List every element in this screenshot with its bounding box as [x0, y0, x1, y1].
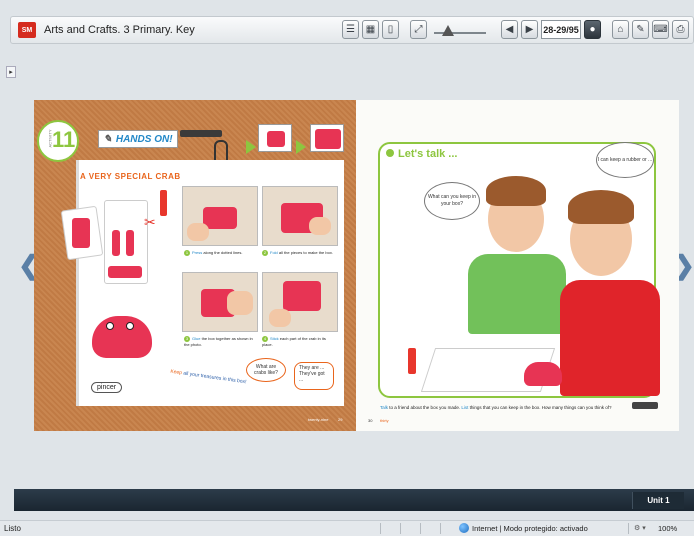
grid-view-icon[interactable]: ▦ — [362, 20, 379, 39]
list-view-icon[interactable]: ☰ — [342, 20, 359, 39]
browser-statusbar: Listo Internet | Modo protegido: activad… — [0, 520, 694, 536]
prev-spread-icon[interactable]: ❮ — [18, 248, 40, 282]
step-arrow-icon — [296, 140, 306, 154]
scissors-icon: ✂ — [144, 214, 156, 230]
step-photo-3 — [182, 272, 258, 332]
hands-on-label: HANDS ON! — [115, 133, 173, 145]
step-photo-4 — [262, 272, 338, 332]
step-photo-2 — [262, 186, 338, 246]
viewer-toolbar: ☰ ▦ ▯ ⤢ ◀ ▶ 28-29/95 ● ⌂ ✎ ⌨ ⎙ — [342, 20, 689, 39]
prev-page-button[interactable]: ◀ — [501, 20, 518, 39]
book-title: Arts and Crafts. 3 Primary. Key — [44, 24, 195, 36]
crab-model-small — [524, 362, 562, 386]
speech-bubble-right: I can keep a rubber or ... — [596, 142, 654, 178]
crab-title: A VERY SPECIAL CRAB — [80, 172, 181, 181]
hands-on-header: ✎ HANDS ON! — [98, 130, 178, 148]
status-text: Listo — [4, 524, 21, 533]
speech-bubble-left: What can you keep in your box? — [424, 182, 480, 220]
speech-bubble-answer: They are ... They've got ... — [294, 362, 334, 390]
unit-bar: Unit 1 — [14, 489, 694, 511]
lets-talk-title: Let's talk ... — [386, 148, 457, 160]
keyboard-icon[interactable]: ⌨ — [652, 20, 669, 39]
right-page-word: thirty — [380, 418, 389, 423]
internet-globe-icon — [459, 523, 469, 533]
expand-panel-icon[interactable]: ▸ — [6, 66, 16, 78]
step-thumb-2 — [310, 124, 344, 152]
step-caption-4: 4 Stick each part of the crab in its plac… — [262, 336, 326, 347]
right-page-number: 30 — [368, 418, 373, 423]
crab-template-sheets — [60, 200, 150, 310]
zoom-slider[interactable] — [430, 20, 490, 39]
zoom-level[interactable]: 100% — [658, 524, 677, 533]
step-photo-1 — [182, 186, 258, 246]
next-page-button[interactable]: ▶ — [521, 20, 538, 39]
zoom-slider-handle[interactable] — [442, 25, 454, 36]
page-number-field[interactable]: 28-29/95 — [541, 20, 581, 39]
audio-player[interactable] — [180, 130, 222, 137]
talk-dot-icon — [386, 149, 394, 157]
step-caption-2: 2 Fold all the pieces to make the box. — [262, 250, 333, 256]
security-zone[interactable]: Internet | Modo protegido: activado — [472, 524, 588, 533]
pincer-label: pincer — [91, 382, 123, 393]
fit-page-icon[interactable]: ⤢ — [410, 20, 427, 39]
pencil-icon: ✎ — [103, 133, 112, 145]
pen-tools-icon[interactable]: ✎ — [632, 20, 649, 39]
unit-tab[interactable]: Unit 1 — [632, 492, 684, 509]
home-icon[interactable]: ⌂ — [612, 20, 629, 39]
crab-model — [92, 316, 152, 358]
step-thumb-1 — [258, 124, 292, 152]
boy-right-photo — [552, 186, 662, 396]
go-to-page-icon[interactable]: ● — [584, 20, 601, 39]
audio-player-right[interactable] — [632, 402, 658, 409]
print-icon[interactable]: ⎙ — [672, 20, 689, 39]
glue-stick-icon — [160, 190, 167, 216]
protected-mode-icon[interactable]: ⚙ ▾ — [634, 524, 646, 532]
talk-instruction: Talk to a friend about the box you made.… — [380, 405, 612, 410]
left-page-word: twenty-nine — [308, 417, 329, 422]
step-arrow-icon — [246, 140, 256, 154]
left-page-number: 29 — [338, 417, 343, 422]
speech-bubble-question: What are crabs like? — [246, 358, 286, 382]
step-caption-3: 3 Glue the box together as shown in the p… — [184, 336, 253, 347]
single-page-icon[interactable]: ▯ — [382, 20, 399, 39]
step-caption-1: 1 Press along the dotted lines. — [184, 250, 243, 256]
publisher-logo: SM — [18, 22, 36, 38]
glue-stick-icon — [408, 348, 416, 374]
activity-number: 11 — [52, 127, 76, 152]
next-spread-icon[interactable]: ❯ — [673, 248, 694, 282]
window-titlebar: SM Arts and Crafts. 3 Primary. Key ☰ ▦ ▯… — [10, 16, 694, 44]
